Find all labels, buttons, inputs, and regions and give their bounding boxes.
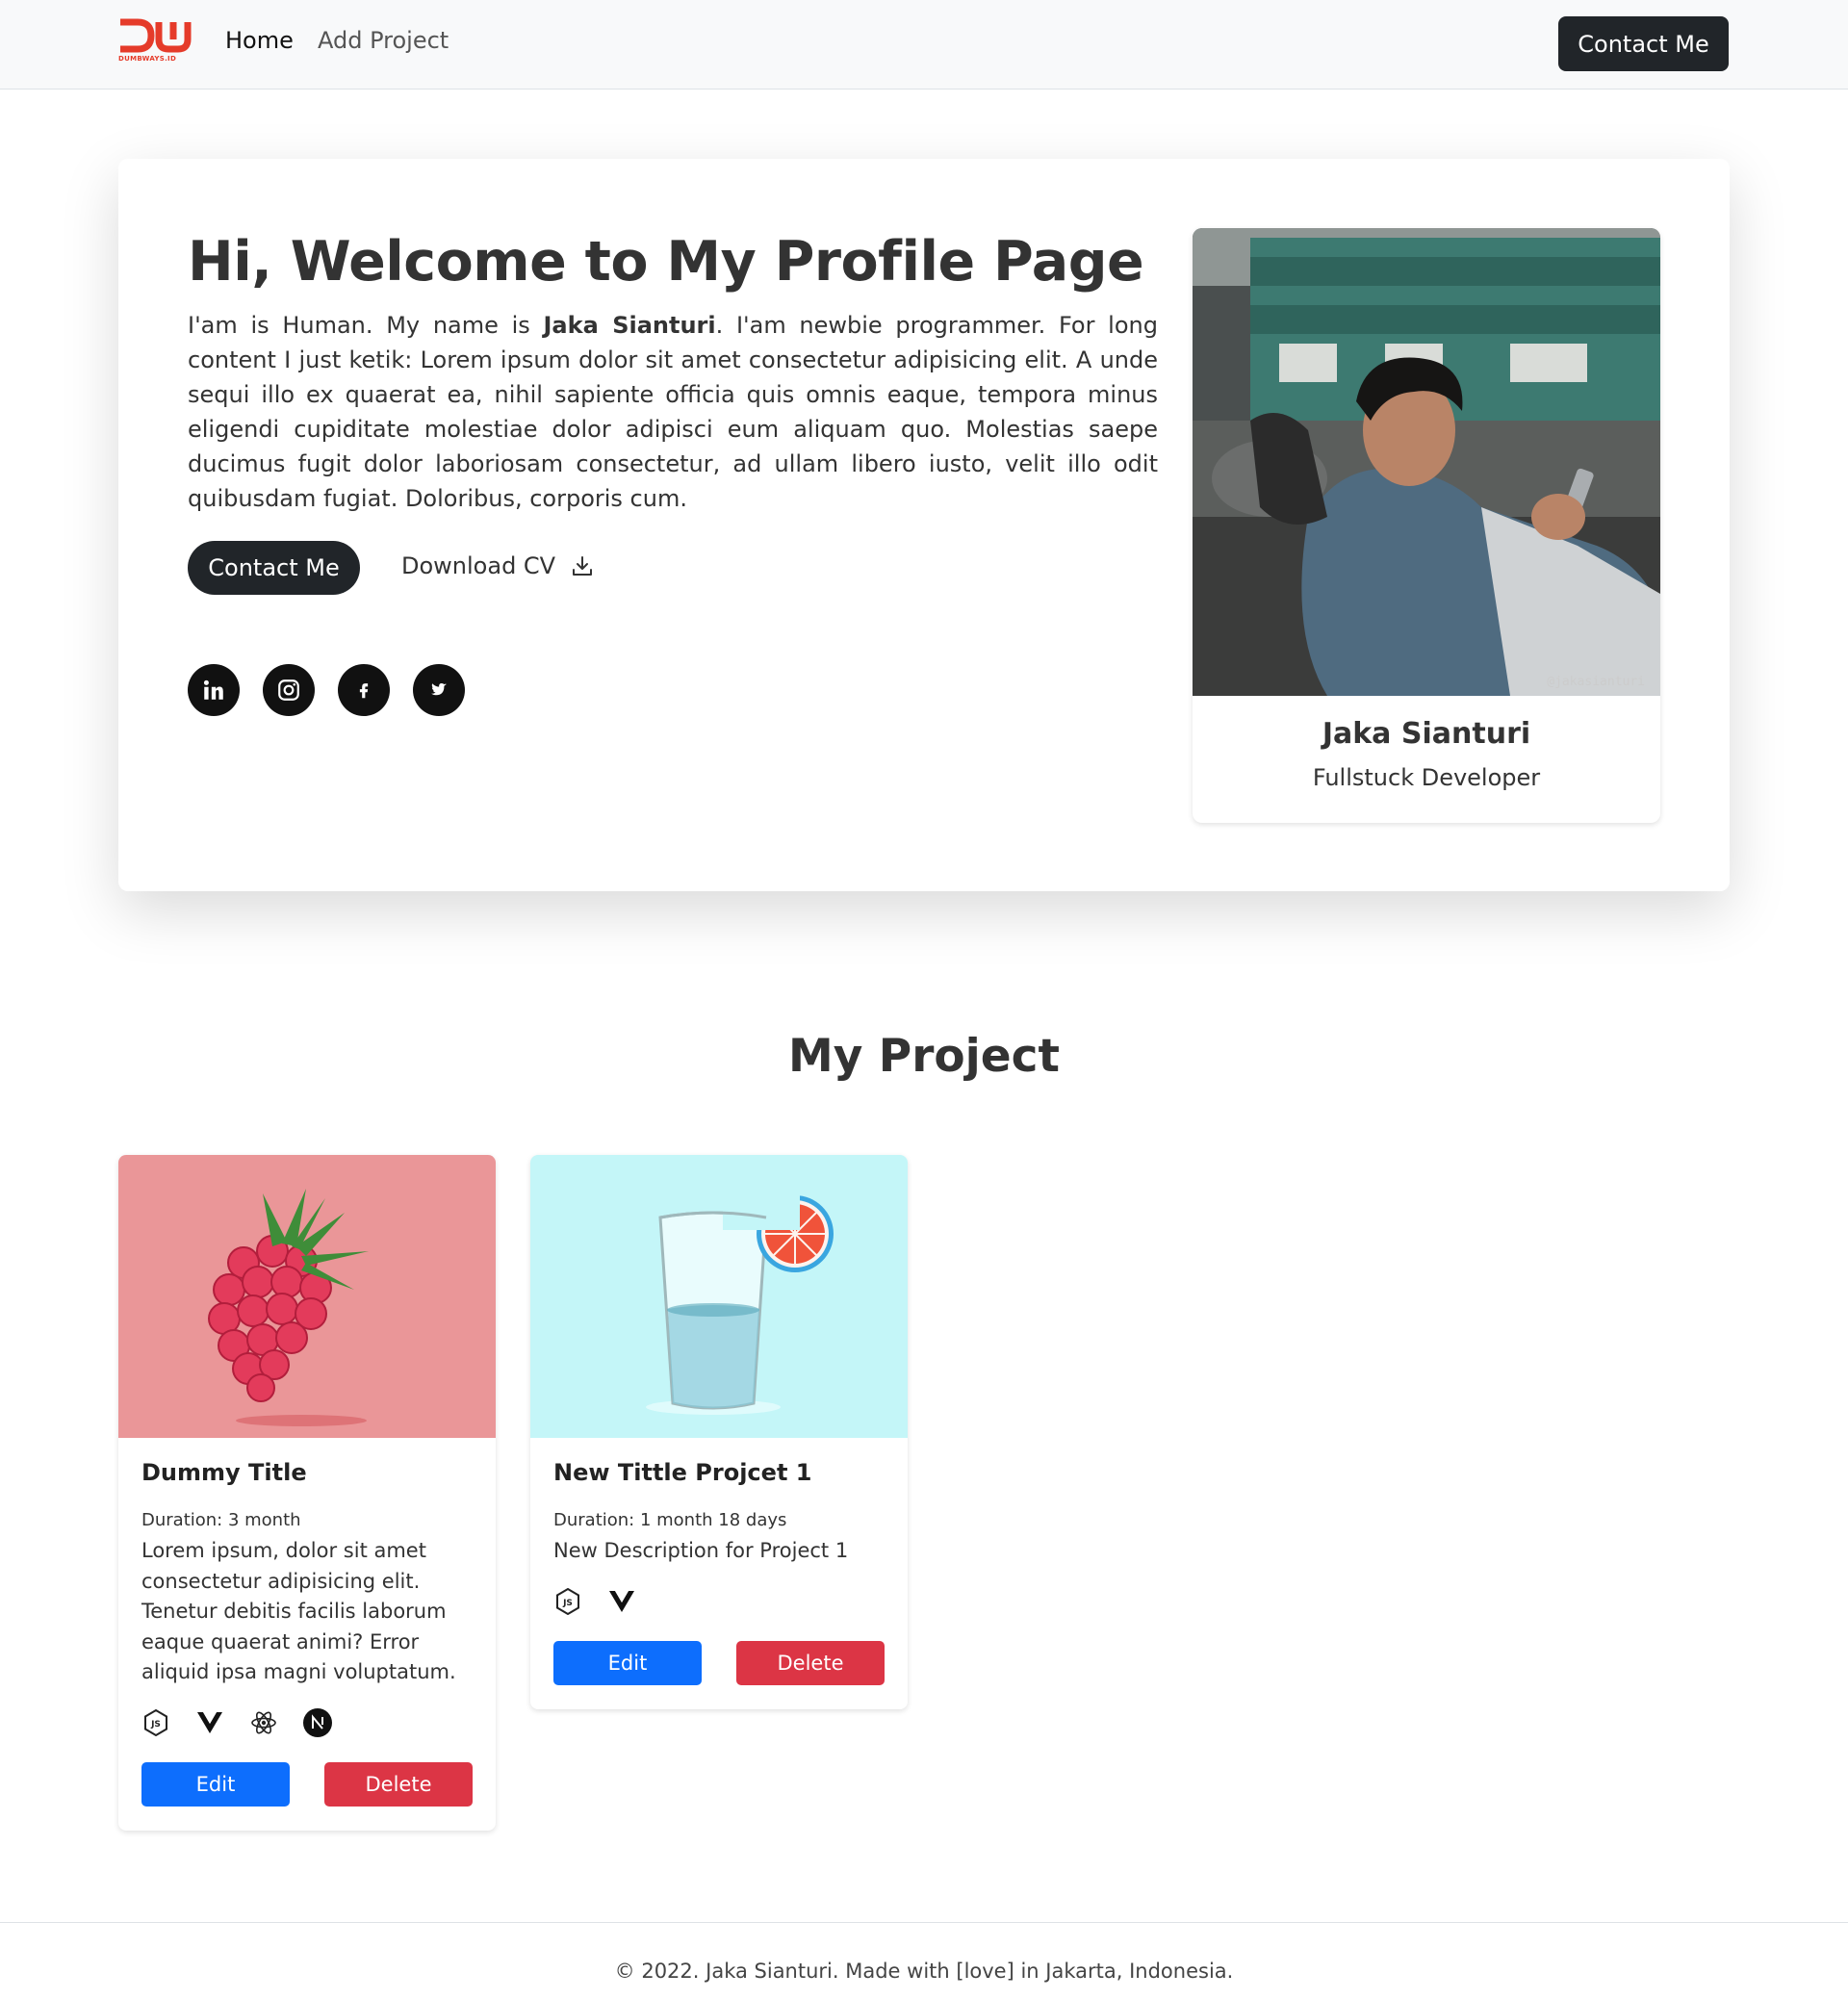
edit-button[interactable]: Edit: [553, 1641, 702, 1685]
hero-card: Hi, Welcome to My Profile Page I'am is H…: [118, 159, 1730, 891]
download-cv-label: Download CV: [401, 552, 556, 579]
page-title: Hi, Welcome to My Profile Page: [188, 230, 1144, 294]
hero-contact-button[interactable]: Contact Me: [188, 541, 360, 595]
vuejs-icon: [195, 1708, 224, 1737]
nav-home-link[interactable]: Home: [225, 27, 294, 54]
photo-watermark: @jakasianturi: [1547, 675, 1645, 689]
hero-intro: I'am is Human. My name is Jaka Sianturi.…: [188, 308, 1158, 516]
logo-text: DUMBWAYS.ID: [118, 55, 177, 63]
download-cv-link[interactable]: Download CV: [401, 552, 594, 579]
brand-logo[interactable]: DUMBWAYS.ID: [118, 18, 192, 68]
tech-stack: JS: [553, 1587, 636, 1616]
projects-section-title: My Project: [788, 1030, 1060, 1083]
nav-add-project-link[interactable]: Add Project: [318, 27, 449, 54]
linkedin-icon[interactable]: [188, 664, 240, 716]
intro-text-rest: . I'am newbie programmer. For long conte…: [188, 312, 1158, 512]
delete-button[interactable]: Delete: [324, 1762, 473, 1807]
vuejs-icon: [607, 1587, 636, 1616]
project-title[interactable]: Dummy Title: [141, 1459, 307, 1486]
intro-name: Jaka Sianturi: [543, 312, 716, 339]
project-duration: Duration: 3 month: [141, 1510, 301, 1530]
project-description: New Description for Project 1: [553, 1539, 849, 1562]
profile-card: @jakasianturi Jaka Sianturi Fullstuck De…: [1193, 228, 1660, 823]
edit-button[interactable]: Edit: [141, 1762, 290, 1807]
profile-role: Fullstuck Developer: [1312, 764, 1541, 791]
nodejs-icon: JS: [141, 1708, 170, 1737]
facebook-icon[interactable]: [338, 664, 390, 716]
instagram-icon[interactable]: [263, 664, 315, 716]
navbar: DUMBWAYS.ID Home Add Project Contact Me: [0, 0, 1848, 90]
nodejs-icon: JS: [553, 1587, 582, 1616]
react-icon: [249, 1708, 278, 1737]
download-icon: [573, 556, 593, 576]
profile-photo: @jakasianturi: [1193, 228, 1660, 696]
project-card[interactable]: Dummy Title Duration: 3 month Lorem ipsu…: [118, 1155, 496, 1831]
svg-text:JS: JS: [562, 1599, 573, 1608]
nextjs-icon: [303, 1708, 332, 1737]
social-links: [188, 664, 465, 716]
tech-stack: JS: [141, 1708, 332, 1737]
project-duration: Duration: 1 month 18 days: [553, 1510, 787, 1530]
project-card[interactable]: New Tittle Projcet 1 Duration: 1 month 1…: [530, 1155, 908, 1709]
svg-text:JS: JS: [150, 1720, 161, 1730]
dumbways-logo-icon: [120, 18, 192, 53]
twitter-icon[interactable]: [413, 664, 465, 716]
profile-name: Jaka Sianturi: [1322, 717, 1531, 751]
delete-button[interactable]: Delete: [736, 1641, 885, 1685]
nav-contact-button[interactable]: Contact Me: [1558, 16, 1729, 71]
project-description: Lorem ipsum, dolor sit amet consectetur …: [141, 1539, 456, 1683]
project-image-glass: [530, 1155, 908, 1438]
project-image-raspberry: [118, 1155, 496, 1438]
project-title[interactable]: New Tittle Projcet 1: [553, 1459, 811, 1486]
footer-text: © 2022. Jaka Sianturi. Made with [love] …: [614, 1960, 1234, 1983]
footer: © 2022. Jaka Sianturi. Made with [love] …: [0, 1922, 1848, 1999]
intro-text: I'am is Human. My name is: [188, 312, 544, 339]
